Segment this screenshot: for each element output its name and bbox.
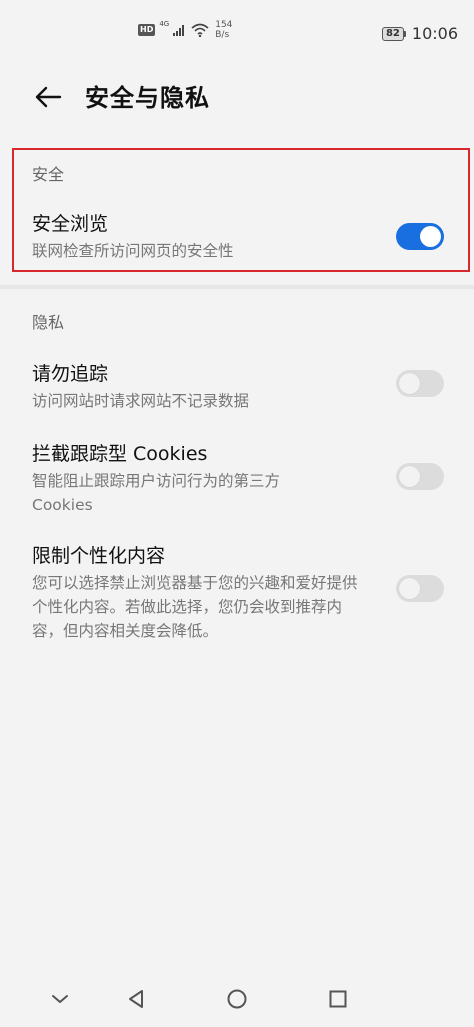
nav-back-button[interactable] xyxy=(120,983,152,1015)
do-not-track-row[interactable]: 请勿追踪 访问网站时请求网站不记录数据 xyxy=(0,353,474,423)
limit-personalization-title: 限制个性化内容 xyxy=(32,545,166,567)
status-icons: HD 4G 154 B/s xyxy=(138,20,232,40)
highlight-annotation xyxy=(12,148,470,272)
nav-home-button[interactable] xyxy=(221,983,253,1015)
toggle-knob xyxy=(399,373,420,394)
app-header: 安全与隐私 xyxy=(0,64,474,130)
battery-icon: 82 xyxy=(381,26,406,41)
page-title: 安全与隐私 xyxy=(85,84,210,112)
clock: 10:06 xyxy=(411,24,458,43)
nav-recent-button[interactable] xyxy=(322,983,354,1015)
system-nav-bar xyxy=(0,971,474,1027)
status-right: 82 10:06 xyxy=(381,24,458,43)
privacy-section-header: 隐私 xyxy=(32,313,65,332)
nav-collapse-button[interactable] xyxy=(44,983,76,1015)
block-cookies-row[interactable]: 拦截跟踪型 Cookies 智能阻止跟踪用户访问行为的第三方 Cookies xyxy=(0,433,474,523)
signal-icon xyxy=(173,25,185,36)
do-not-track-desc: 访问网站时请求网站不记录数据 xyxy=(32,392,250,410)
speed-value: 154 xyxy=(215,20,233,30)
toggle-knob xyxy=(399,466,420,487)
wifi-icon xyxy=(191,23,209,37)
do-not-track-toggle[interactable] xyxy=(396,370,444,397)
arrow-left-icon xyxy=(35,86,62,108)
square-recent-icon xyxy=(329,990,347,1008)
limit-personalization-toggle[interactable] xyxy=(396,575,444,602)
limit-personalization-row[interactable]: 限制个性化内容 您可以选择禁止浏览器基于您的兴趣和爱好提供个性化内容。若做此选择… xyxy=(0,535,474,645)
circle-home-icon xyxy=(227,989,247,1009)
block-cookies-toggle[interactable] xyxy=(396,463,444,490)
do-not-track-title: 请勿追踪 xyxy=(32,363,109,385)
status-bar: HD 4G 154 B/s 82 10:06 xyxy=(0,0,474,64)
privacy-section: 隐私 请勿追踪 访问网站时请求网站不记录数据 拦截跟踪型 Cookies 智能阻… xyxy=(0,289,474,669)
hd-badge: HD xyxy=(138,24,156,36)
chevron-down-icon xyxy=(52,995,68,1003)
speed-unit: B/s xyxy=(215,30,230,40)
triangle-back-icon xyxy=(129,990,143,1008)
block-cookies-desc: 智能阻止跟踪用户访问行为的第三方 Cookies xyxy=(32,472,281,514)
toggle-knob xyxy=(399,578,420,599)
network-type: 4G xyxy=(159,20,170,28)
network-speed: 154 B/s xyxy=(215,20,232,40)
battery-level: 82 xyxy=(381,26,404,41)
limit-personalization-desc: 您可以选择禁止浏览器基于您的兴趣和爱好提供个性化内容。若做此选择，您仍会收到推荐… xyxy=(32,574,358,640)
back-button[interactable] xyxy=(30,80,66,114)
block-cookies-title: 拦截跟踪型 Cookies xyxy=(32,443,208,465)
